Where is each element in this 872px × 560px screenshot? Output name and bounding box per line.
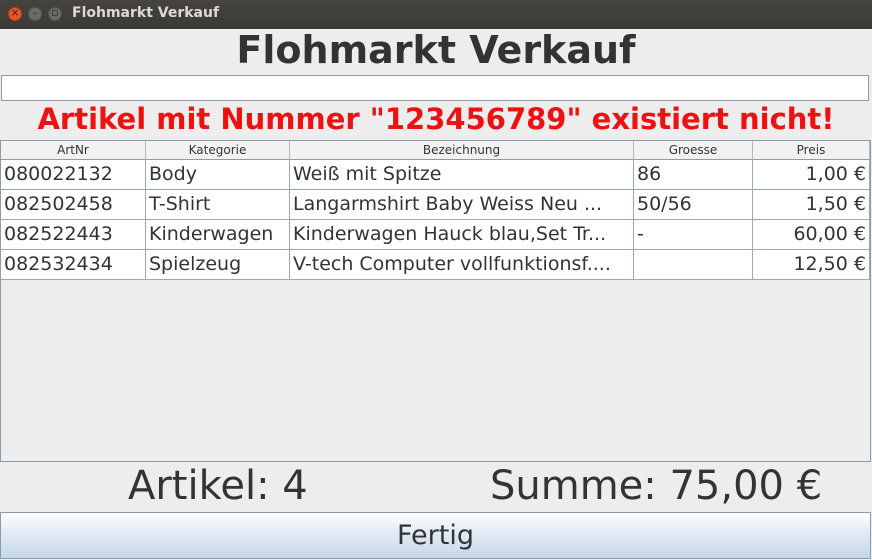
window-title: Flohmarkt Verkauf <box>72 5 220 21</box>
cell-bezeichnung: V-tech Computer vollfunktionsf.... <box>290 250 634 280</box>
close-icon: × <box>10 6 20 19</box>
column-header-preis[interactable]: Preis <box>753 141 870 160</box>
cell-groesse: 86 <box>634 160 753 190</box>
minimize-icon: – <box>32 6 38 19</box>
window-close-button[interactable]: × <box>8 6 22 21</box>
window-titlebar: × – ▫ Flohmarkt Verkauf <box>0 0 872 29</box>
window-maximize-button[interactable]: ▫ <box>48 6 62 21</box>
cell-preis: 60,00 € <box>753 220 870 250</box>
table-header: ArtNr Kategorie Bezeichnung Groesse Prei… <box>1 141 870 160</box>
cell-artnr: 082532434 <box>1 250 146 280</box>
cell-kategorie: Body <box>146 160 290 190</box>
cell-kategorie: Kinderwagen <box>146 220 290 250</box>
cell-bezeichnung: Kinderwagen Hauck blau,Set Tr... <box>290 220 634 250</box>
cell-groesse: 50/56 <box>634 190 753 220</box>
articles-table[interactable]: ArtNr Kategorie Bezeichnung Groesse Prei… <box>0 140 871 462</box>
cell-artnr: 082522443 <box>1 220 146 250</box>
cell-artnr: 080022132 <box>1 160 146 190</box>
table-row[interactable]: 082532434 Spielzeug V-tech Computer voll… <box>1 250 870 280</box>
cell-artnr: 082502458 <box>1 190 146 220</box>
cell-preis: 1,00 € <box>753 160 870 190</box>
column-header-groesse[interactable]: Groesse <box>634 141 753 160</box>
column-header-bezeichnung[interactable]: Bezeichnung <box>290 141 634 160</box>
table-row[interactable]: 080022132 Body Weiß mit Spitze 86 1,00 € <box>1 160 870 190</box>
cell-kategorie: Spielzeug <box>146 250 290 280</box>
table-row[interactable]: 082522443 Kinderwagen Kinderwagen Hauck … <box>1 220 870 250</box>
total-sum: Summe: 75,00 € <box>490 463 823 509</box>
cell-bezeichnung: Weiß mit Spitze <box>290 160 634 190</box>
table-row[interactable]: 082502458 T-Shirt Langarmshirt Baby Weis… <box>1 190 870 220</box>
column-header-artnr[interactable]: ArtNr <box>1 141 146 160</box>
cell-groesse <box>634 250 753 280</box>
window-minimize-button[interactable]: – <box>28 6 42 21</box>
page-title: Flohmarkt Verkauf <box>236 28 636 72</box>
done-button[interactable]: Fertig <box>0 512 871 559</box>
cell-bezeichnung: Langarmshirt Baby Weiss Neu ... <box>290 190 634 220</box>
article-number-input[interactable] <box>1 75 869 101</box>
article-count: Artikel: 4 <box>128 463 308 509</box>
cell-preis: 1,50 € <box>753 190 870 220</box>
cell-groesse: - <box>634 220 753 250</box>
maximize-icon: ▫ <box>51 6 59 19</box>
error-message: Artikel mit Nummer "123456789" existiert… <box>37 102 835 136</box>
cell-kategorie: T-Shirt <box>146 190 290 220</box>
column-header-kategorie[interactable]: Kategorie <box>146 141 290 160</box>
cell-preis: 12,50 € <box>753 250 870 280</box>
